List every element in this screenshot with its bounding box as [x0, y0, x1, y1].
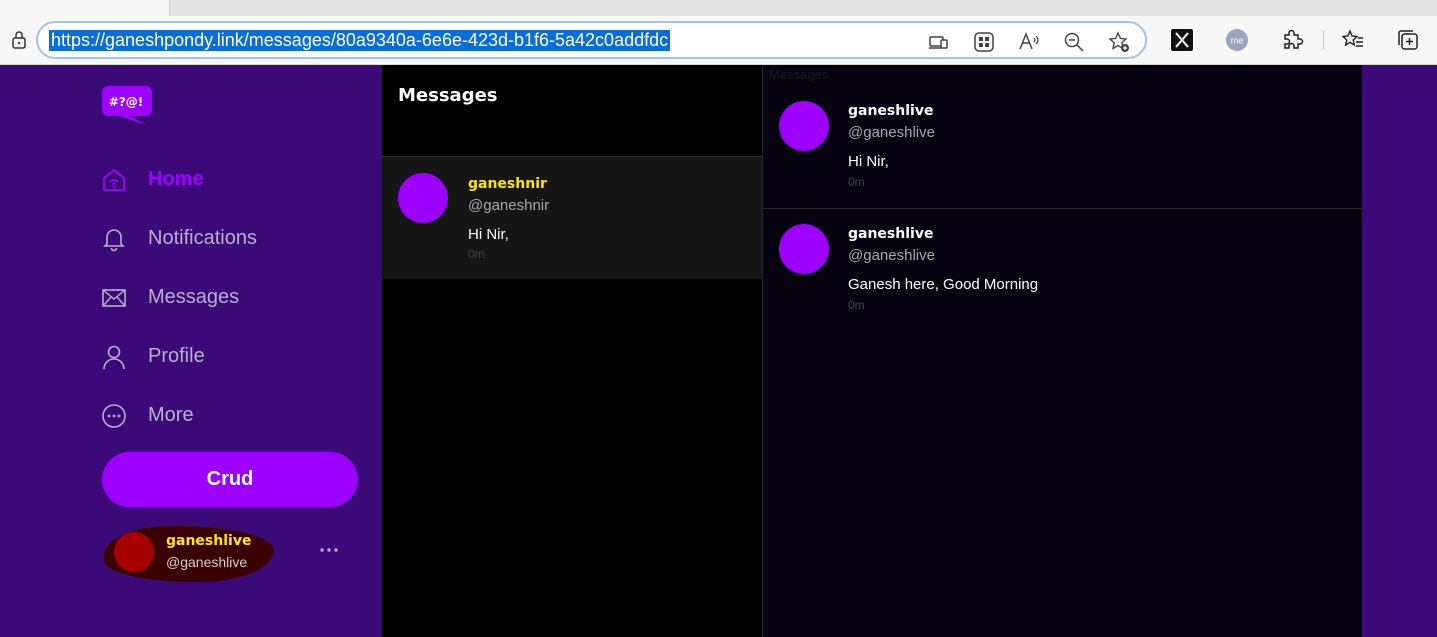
crud-button[interactable]: Crud [102, 452, 358, 507]
message-time: 0m [848, 175, 865, 189]
conversation-item[interactable]: ganeshnir @ganeshnir Hi Nir, 0m [382, 157, 762, 279]
avatar [779, 224, 829, 274]
toolbar-separator [1323, 30, 1324, 50]
sidebar-item-notifications[interactable]: Notifications [100, 209, 360, 268]
bell-icon [100, 225, 128, 253]
url-text[interactable]: https://ganeshpondy.link/messages/80a934… [49, 30, 671, 51]
me-profile-icon[interactable]: me [1225, 28, 1249, 52]
sidebar-item-more[interactable]: More [100, 386, 360, 445]
sidebar-item-label: Profile [148, 345, 205, 367]
message-text: Ganesh here, Good Morning [848, 276, 1039, 293]
message-sender: ganeshlive [848, 103, 934, 119]
page-title: Messages [398, 85, 498, 106]
address-bar[interactable]: https://ganeshpondy.link/messages/80a934… [36, 21, 1147, 59]
sidebar-item-messages[interactable]: Messages [100, 268, 360, 327]
apps-icon[interactable] [973, 31, 995, 53]
browser-tab[interactable] [0, 0, 170, 16]
favorites-icon[interactable] [1341, 28, 1365, 52]
sidebar-item-label: Notifications [148, 227, 257, 249]
message-text: Hi Nir, [848, 153, 889, 170]
avatar [398, 173, 448, 223]
avatar [779, 101, 829, 151]
thread-label: Messages [769, 67, 829, 82]
collections-icon[interactable] [1396, 28, 1420, 52]
message-handle: @ganeshlive [848, 247, 935, 264]
more-options-icon[interactable] [317, 538, 341, 562]
message-time: 0m [848, 298, 865, 312]
message-sender: ganeshlive [848, 226, 934, 242]
conversation-handle: @ganeshnir [468, 197, 550, 214]
extensions-icon[interactable] [1280, 28, 1304, 52]
add-favorite-icon[interactable] [1108, 31, 1130, 53]
sidebar-item-label: Messages [148, 286, 240, 308]
message-thread: Messages ganeshlive @ganeshlive Hi Nir, … [762, 65, 1363, 637]
svg-text:me: me [1231, 36, 1244, 46]
message-handle: @ganeshlive [848, 124, 935, 141]
conversation-name: ganeshnir [468, 176, 547, 192]
sidebar-item-label: Home [148, 168, 204, 190]
account-handle: @ganeshlive [166, 554, 248, 570]
lock-icon[interactable] [10, 30, 28, 50]
user-icon [100, 343, 128, 371]
conversation-list: Messages ganeshnir @ganeshnir Hi Nir, 0m [382, 65, 762, 637]
conversation-time: 0m [468, 247, 485, 261]
avatar [114, 532, 154, 572]
account-switcher[interactable]: ganeshlive @ganeshlive [104, 526, 279, 584]
app-available-icon[interactable] [928, 31, 950, 53]
account-name: ganeshlive [166, 533, 252, 549]
conversation-preview: Hi Nir, [468, 226, 509, 243]
divider [763, 208, 1363, 209]
sidebar-item-profile[interactable]: Profile [100, 327, 360, 386]
sidebar-item-home[interactable]: Home [100, 150, 360, 209]
read-aloud-icon[interactable] [1018, 31, 1040, 53]
more-circle-icon [100, 402, 128, 430]
x-twitter-icon[interactable] [1170, 28, 1194, 52]
browser-tabstrip [0, 0, 1437, 16]
logo-text: #?@! [109, 95, 144, 109]
sidebar-item-label: More [148, 404, 194, 426]
browser-toolbar: https://ganeshpondy.link/messages/80a934… [0, 16, 1437, 65]
home-icon [100, 166, 128, 194]
zoom-out-icon[interactable] [1063, 31, 1085, 53]
message-item: ganeshlive @ganeshlive Hi Nir, 0m [763, 87, 1363, 211]
logo[interactable]: #?@! [102, 84, 152, 126]
message-item: ganeshlive @ganeshlive Ganesh here, Good… [763, 210, 1363, 334]
sidebar-nav: Home Notifications Messages Profile More [100, 150, 360, 445]
mail-icon [100, 284, 128, 312]
